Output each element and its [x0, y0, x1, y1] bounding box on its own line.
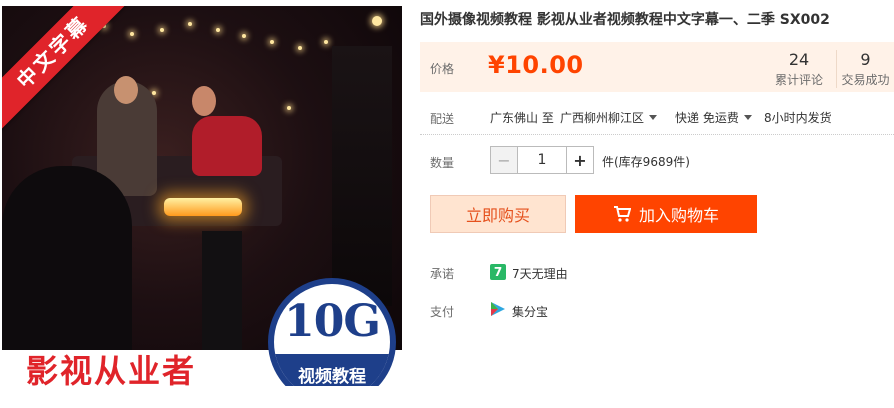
add-to-cart-button[interactable]: 加入购物车 [575, 195, 757, 233]
sales-count: 9 [860, 50, 871, 69]
buy-now-button[interactable]: 立即购买 [430, 195, 566, 233]
price-value: ¥10.00 [488, 51, 584, 79]
payment-text[interactable]: 集分宝 [512, 303, 548, 320]
quantity-decrease-button[interactable]: − [490, 146, 518, 174]
quantity-input[interactable] [518, 146, 566, 174]
sales-count-label: 交易成功 [841, 73, 890, 87]
product-title: 国外摄像视频教程 影视从业者视频教程中文字幕一、二季 SX002 [420, 12, 830, 28]
shipping-method-select[interactable]: 快递 免运费 [675, 109, 752, 126]
shipping-from: 广东佛山 至 [490, 111, 554, 125]
quantity-increase-button[interactable]: + [566, 146, 594, 174]
shipping-destination: 广西柳州柳江区 [560, 111, 645, 125]
bottom-banner-text: 影视从业者 [26, 352, 197, 386]
chevron-down-icon [743, 115, 752, 120]
seven-day-return-icon: 7 [490, 264, 506, 280]
price-panel: 价格 ¥10.00 24 累计评论 9 交易成功 [420, 42, 894, 92]
review-count-label: 累计评论 [774, 73, 823, 87]
badge-caption: 视频教程 [274, 354, 390, 386]
review-count-stat[interactable]: 24 累计评论 [764, 50, 834, 88]
promise-text[interactable]: 7天无理由 [512, 265, 568, 282]
review-count: 24 [788, 50, 810, 69]
payment-label: 支付 [430, 305, 455, 319]
product-main-image[interactable]: 影视从业者 中文字幕 10G 视频教程 [2, 6, 402, 386]
dispatch-time: 8小时内发货 [764, 111, 832, 125]
quantity-stepper: − + [490, 146, 594, 174]
add-to-cart-label: 加入购物车 [638, 206, 719, 225]
badge-size-text: 10G [284, 296, 381, 347]
jifenbao-icon [491, 302, 505, 316]
sales-count-stat: 9 交易成功 [836, 50, 894, 88]
quantity-label: 数量 [430, 156, 455, 170]
stock-info: 件(库存9689件) [602, 155, 690, 169]
shipping-destination-select[interactable]: 广西柳州柳江区 [560, 109, 658, 126]
shopping-cart-icon [613, 206, 631, 222]
shipping-row: 配送 广东佛山 至 广西柳州柳江区 快递 免运费 8小时内发货 [420, 106, 894, 128]
promise-label: 承诺 [430, 267, 455, 281]
chevron-down-icon [649, 115, 658, 120]
price-label: 价格 [430, 62, 455, 76]
shipping-label: 配送 [430, 112, 455, 126]
divider [420, 134, 894, 135]
shipping-method: 快递 免运费 [675, 111, 739, 125]
